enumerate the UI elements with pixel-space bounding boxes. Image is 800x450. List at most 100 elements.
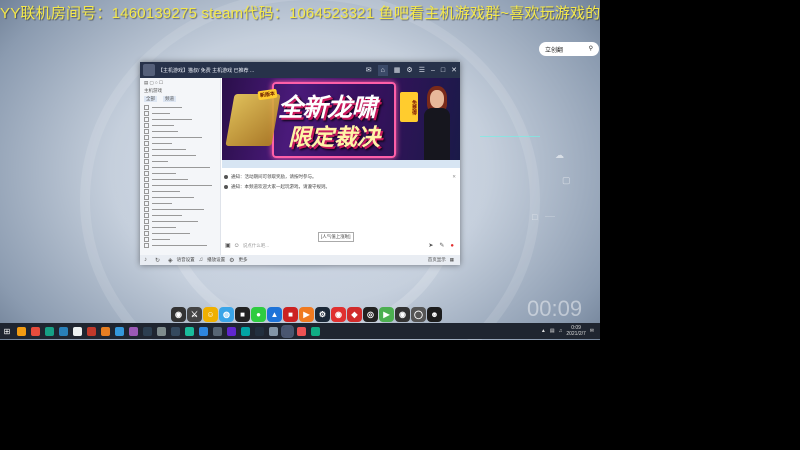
taskbar-app-icon[interactable] [240, 326, 250, 336]
weather-icon: ☁ [555, 150, 564, 160]
bottom-item-voice[interactable]: 语音设置 [177, 257, 195, 263]
taskbar-app-active-icon[interactable] [280, 324, 294, 338]
tray-icon[interactable]: ▲ [541, 328, 546, 334]
taskbar-app-icon[interactable] [226, 326, 236, 336]
channel-row[interactable] [140, 242, 220, 248]
desktop-search-text: 立创翻 [545, 48, 564, 54]
app-icon[interactable]: ◆ [347, 307, 362, 322]
taskbar-app-icon[interactable] [184, 326, 194, 336]
bottom-item-more[interactable]: 更多 [239, 257, 248, 263]
window-titlebar: 【主机游戏】猫叔/ 免费 主机游戏 已推荐 ... ✉ ⌂ ▦ ⚙ ☰ – □ … [140, 62, 460, 78]
chat-area: 通知：活动期间可领取奖励，请按时参与。 ✕ 通知：本频道欢迎大家一起玩游戏，请遵… [224, 172, 456, 192]
taskbar-app-icon[interactable] [212, 326, 222, 336]
sync-icon[interactable]: ↻ [155, 257, 160, 264]
tray-clock[interactable]: 0:09 2021/2/7 [566, 325, 585, 337]
desktop-search-widget[interactable]: 立创翻 ⚲ [539, 42, 599, 56]
taskbar-app-icon[interactable] [296, 326, 306, 336]
windows-start-icon[interactable]: ⊞ [3, 327, 12, 336]
system-tray: ▲ ▤ ♫ 0:09 2021/2/7 ✉ [541, 325, 594, 337]
widget-caption: —— [545, 214, 555, 220]
taskbar-app-icon[interactable] [72, 326, 82, 336]
panel-tab[interactable]: 频道 [163, 96, 176, 102]
banner-subheadline: 限定裁决 [288, 124, 380, 150]
panel-tabs: 全部 频道 [140, 94, 220, 104]
comment-icon[interactable]: ✎ [439, 242, 444, 249]
maximize-icon[interactable]: □ [441, 67, 445, 74]
app-icon[interactable]: ◉ [395, 307, 410, 322]
notification-icon[interactable]: ✉ [590, 328, 594, 334]
volume-icon[interactable]: ♫ [559, 328, 563, 334]
weapon-image [225, 94, 281, 146]
play-store-icon[interactable]: ▶ [379, 307, 394, 322]
grid-icon[interactable]: ▦ [450, 257, 454, 263]
taskbar-app-icon[interactable] [156, 326, 166, 336]
taskbar-app-icon[interactable] [30, 326, 40, 336]
chat-message: 通知：本频道欢迎大家一起玩游戏，请遵守规则。 [224, 182, 456, 192]
wechat-icon[interactable]: ● [251, 307, 266, 322]
desktop-clock: 00:09 [527, 296, 583, 321]
banner-badge: 免费得 [400, 92, 418, 122]
taskbar-app-icon[interactable] [142, 326, 152, 336]
qq-icon[interactable]: ☻ [427, 307, 442, 322]
app-icon[interactable]: ◎ [363, 307, 378, 322]
gamepad-icon[interactable]: ▦ [394, 66, 401, 74]
chat-message-text: 通知：活动期间可领取奖励，请按时参与。 [231, 174, 317, 179]
home-icon[interactable]: ⌂ [377, 64, 388, 76]
menu-icon[interactable]: ☰ [419, 66, 425, 74]
bottom-toolbar: ♪ ↻ ◈ 语音设置 ♫ 播放设置 ⚙ 更多 首页显示 ▦ [140, 255, 460, 265]
promo-banner[interactable]: 新版本 全新龙啸 限定裁决 免费得 [222, 78, 460, 160]
taskbar-app-icon[interactable] [16, 326, 26, 336]
microphone-icon[interactable]: ● [450, 243, 454, 249]
taskbar-app-icon[interactable] [44, 326, 54, 336]
bottom-item-play[interactable]: 播放设置 [207, 257, 225, 263]
yy-client-window: 【主机游戏】猫叔/ 免费 主机游戏 已推荐 ... ✉ ⌂ ▦ ⚙ ☰ – □ … [140, 62, 460, 265]
taskbar-app-icon[interactable] [86, 326, 96, 336]
minimize-icon[interactable]: – [431, 67, 435, 74]
window-title: 【主机游戏】猫叔/ 免费 主机游戏 已推荐 ... [158, 67, 255, 74]
toolbar-icon[interactable]: ▤ ▢ ○ ☐ [144, 80, 163, 86]
close-icon[interactable]: ✕ [451, 66, 457, 74]
send-icon[interactable]: ➤ [428, 242, 433, 249]
app-icon[interactable]: ◉ [331, 307, 346, 322]
stream-overlay-banner: YY联机房间号：1460139275 steam代码：1064523321 鱼吧… [0, 5, 600, 22]
chat-input-area: [人气值上涨啦] ▣ ☺ 说点什么吧... ➤ ✎ ● [222, 230, 460, 255]
panel-tab[interactable]: 全部 [144, 96, 157, 102]
steam-icon[interactable]: ⚙ [315, 307, 330, 322]
music-icon[interactable]: ♫ [199, 257, 204, 263]
app-icon[interactable]: ◍ [219, 307, 234, 322]
taskbar-app-icon[interactable] [268, 326, 278, 336]
app-icon[interactable]: ■ [235, 307, 250, 322]
taskbar-app-icon[interactable] [310, 326, 320, 336]
app-icon[interactable]: ◉ [171, 307, 186, 322]
app-icon[interactable]: ■ [283, 307, 298, 322]
taskbar-app-icon[interactable] [128, 326, 138, 336]
panel-toolbar: ▤ ▢ ○ ☐ [140, 78, 220, 88]
network-icon[interactable]: ▤ [550, 328, 555, 334]
app-icon[interactable]: ▲ [267, 307, 282, 322]
close-icon[interactable]: ✕ [452, 174, 456, 180]
image-icon[interactable]: ▣ [225, 242, 231, 249]
taskbar-app-icon[interactable] [198, 326, 208, 336]
gear-icon[interactable]: ⚙ [229, 257, 234, 264]
taskbar-app-icon[interactable] [58, 326, 68, 336]
emoji-icon[interactable]: ☺ [234, 243, 240, 249]
app-icon[interactable]: ▶ [299, 307, 314, 322]
bottom-right-label[interactable]: 首页显示 [428, 257, 446, 263]
headset-icon[interactable]: ◈ [168, 257, 173, 264]
app-icon[interactable]: ☺ [203, 307, 218, 322]
character-image [418, 84, 458, 160]
app-icon[interactable]: ◯ [411, 307, 426, 322]
taskbar-app-icon[interactable] [170, 326, 180, 336]
chat-input[interactable]: 说点什么吧... [243, 243, 269, 249]
chat-message: 通知：活动期间可领取奖励，请按时参与。 ✕ [224, 172, 456, 182]
app-icon[interactable]: ⚔ [187, 307, 202, 322]
taskbar-app-icon[interactable] [254, 326, 264, 336]
chat-icon[interactable]: ✉ [366, 66, 372, 74]
taskbar-app-icon[interactable] [100, 326, 110, 336]
announcement-bar [222, 160, 460, 168]
info-icon [224, 185, 228, 189]
taskbar-app-icon[interactable] [114, 326, 124, 336]
settings-icon[interactable]: ⚙ [406, 66, 412, 74]
speaker-icon[interactable]: ♪ [144, 257, 147, 263]
windows-taskbar: ⊞ ▲ ▤ ♫ 0:09 2021/2/7 ✉ [0, 323, 600, 339]
